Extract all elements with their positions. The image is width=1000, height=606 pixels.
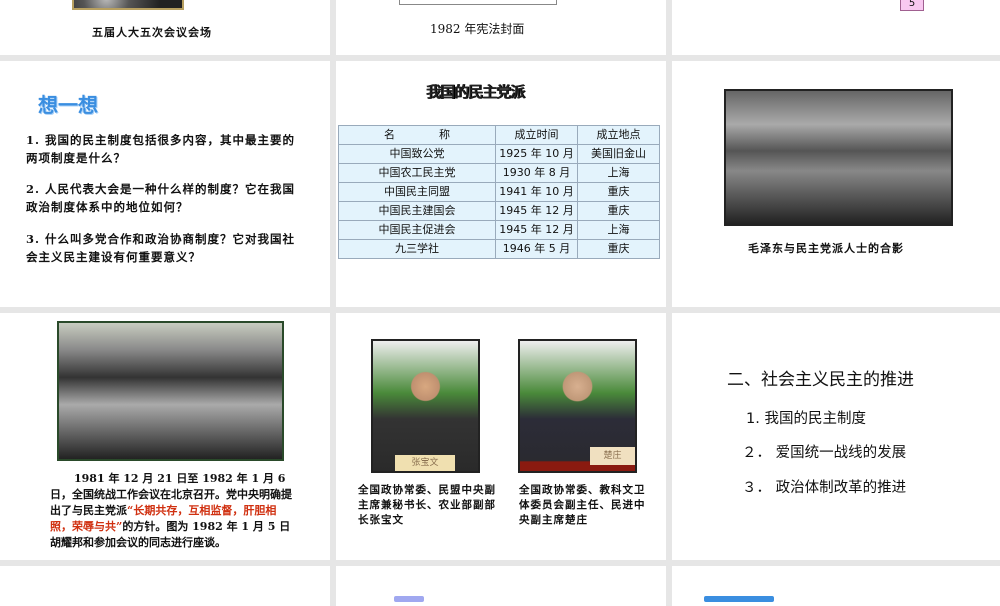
founded-date: 1946 年 5 月	[495, 239, 578, 259]
founded-place: 美国旧金山	[577, 144, 660, 164]
slide-caption: 毛泽东与民主党派人士的合影	[748, 242, 904, 255]
slide-thumbnail-3[interactable]: 5	[672, 0, 1000, 55]
table-header-row: 名 称 成立时间 成立地点	[338, 125, 660, 145]
constitution-cover-image	[399, 0, 557, 5]
column-header: 成立时间	[495, 125, 578, 145]
founded-date: 1941 年 10 月	[495, 182, 578, 202]
table-row: 中国农工民主党 1930 年 8 月上海	[338, 163, 660, 183]
portrait-caption-1: 全国政协常委、民盟中央副主席兼秘书长、农业部副部长张宝文	[358, 484, 496, 526]
table-row: 中国民主建国会 1945 年 12 月重庆	[338, 201, 660, 221]
slide-thumbnail-2[interactable]: 1982 年宪法封面	[336, 0, 666, 55]
founded-date: 1945 年 12 月	[495, 220, 578, 240]
column-header: 成立地点	[577, 125, 660, 145]
democratic-parties-table: 名 称 成立时间 成立地点 中国致公党 1925 年 10 月美国旧金山 中国农工…	[338, 125, 660, 259]
column-header: 名 称	[338, 125, 496, 145]
party-name: 中国民主建国会	[338, 201, 496, 221]
portrait-caption-2: 全国政协常委、教科文卫体委员会副主任、民进中央副主席楚庄	[519, 484, 646, 526]
party-name: 中国农工民主党	[338, 163, 496, 183]
slide-thumbnail-5[interactable]: 我国的民主党派 名 称 成立时间 成立地点 中国致公党 1925 年 10 月美国…	[336, 61, 666, 307]
nameplate: 张宝文	[395, 455, 455, 471]
slide-thumbnail-11[interactable]	[336, 566, 666, 606]
party-name: 中国民主促进会	[338, 220, 496, 240]
outline-item-1: 1. 我国的民主制度	[746, 411, 866, 427]
portrait-photo-1: 张宝文	[371, 339, 480, 473]
founded-place: 上海	[577, 220, 660, 240]
section-heading: 二、社会主义民主的推进	[727, 370, 914, 390]
outline-item-2: ２． 爱国统一战线的发展	[742, 445, 907, 461]
founded-place: 上海	[577, 163, 660, 183]
conference-photo	[57, 321, 284, 461]
slide-title-fragment	[704, 596, 774, 602]
founded-place: 重庆	[577, 239, 660, 259]
party-name: 九三学社	[338, 239, 496, 259]
slide-title-fragment	[394, 596, 424, 602]
slide-badge: 5	[900, 0, 924, 11]
party-name: 中国民主同盟	[338, 182, 496, 202]
table-row: 中国民主同盟 1941 年 10 月重庆	[338, 182, 660, 202]
slide-caption: 五届人大五次会议会场	[92, 26, 212, 39]
slide-thumbnail-10[interactable]	[0, 566, 330, 606]
question-3: 3. 什么叫多党合作和政治协商制度？它对我国社会主义民主建设有何重要意义？	[26, 232, 296, 264]
founded-place: 重庆	[577, 182, 660, 202]
group-photo	[724, 89, 953, 226]
question-1: 1. 我国的民主制度包括很多内容，其中最主要的两项制度是什么？	[26, 133, 296, 165]
founded-date: 1925 年 10 月	[495, 144, 578, 164]
slide-thumbnail-8[interactable]: 张宝文 楚庄 全国政协常委、民盟中央副主席兼秘书长、农业部副部长张宝文 全国政协…	[336, 313, 666, 560]
slide-thumbnail-7[interactable]: 1981 年 12 月 21 日至 1982 年 1 月 6 日，全国统战工作会…	[0, 313, 330, 560]
question-2: 2. 人民代表大会是一种什么样的制度？它在我国政治制度体系中的地位如何？	[26, 182, 296, 214]
table-row: 中国致公党 1925 年 10 月美国旧金山	[338, 144, 660, 164]
slide-thumbnail-6[interactable]: 毛泽东与民主党派人士的合影	[672, 61, 1000, 307]
founded-date: 1945 年 12 月	[495, 201, 578, 221]
table-row: 中国民主促进会 1945 年 12 月上海	[338, 220, 660, 240]
outline-item-3: ３． 政治体制改革的推进	[742, 480, 907, 496]
table-row: 九三学社 1946 年 5 月重庆	[338, 239, 660, 259]
party-name: 中国致公党	[338, 144, 496, 164]
slide-thumbnail-1[interactable]: 五届人大五次会议会场	[0, 0, 330, 55]
slide-caption: 1982 年宪法封面	[430, 22, 525, 36]
nameplate: 楚庄	[590, 447, 635, 465]
slide-thumbnail-4[interactable]: 想一想 1. 我国的民主制度包括很多内容，其中最主要的两项制度是什么？ 2. 人…	[0, 61, 330, 307]
slide-thumbnail-12[interactable]	[672, 566, 1000, 606]
founded-place: 重庆	[577, 201, 660, 221]
portrait-photo-2: 楚庄	[518, 339, 637, 473]
slide-title: 我国的民主党派	[426, 83, 525, 101]
slide-title: 想一想	[38, 93, 98, 117]
slide-body-text: 1981 年 12 月 21 日至 1982 年 1 月 6 日，全国统战工作会…	[50, 471, 298, 551]
founded-date: 1930 年 8 月	[495, 163, 578, 183]
meeting-hall-photo	[72, 0, 184, 10]
slide-thumbnail-9[interactable]: 二、社会主义民主的推进 1. 我国的民主制度 ２． 爱国统一战线的发展 ３． 政…	[672, 313, 1000, 560]
